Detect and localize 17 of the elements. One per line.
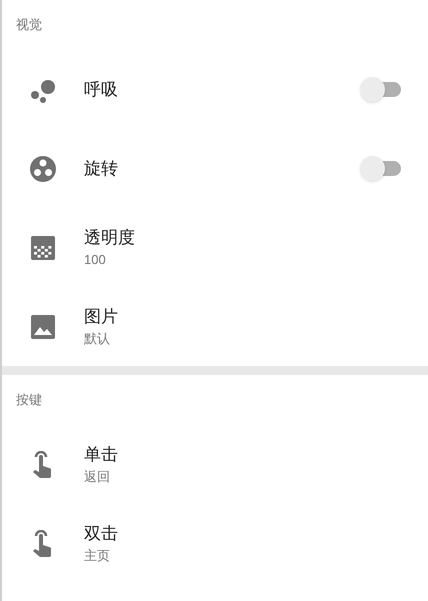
section-header: 视觉 [16,16,42,34]
image-icon [31,314,55,338]
tap-icon [32,450,54,478]
setting-summary: 默认 [84,330,111,348]
setting-summary: 返回 [84,468,111,486]
tap-icon [32,530,54,558]
setting-title: 旋转 [84,158,119,180]
setting-title: 单击 [84,444,119,466]
section-header: 按键 [16,391,42,410]
setting-title: 透明度 [84,226,136,248]
setting-title: 双击 [84,522,119,544]
setting-summary: 主页 [84,546,111,564]
circle-dots-icon [29,154,57,182]
setting-title: 图片 [84,306,119,328]
checkerboard-icon [31,236,55,260]
setting-title: 呼吸 [84,78,119,100]
setting-summary: 100 [84,250,107,268]
